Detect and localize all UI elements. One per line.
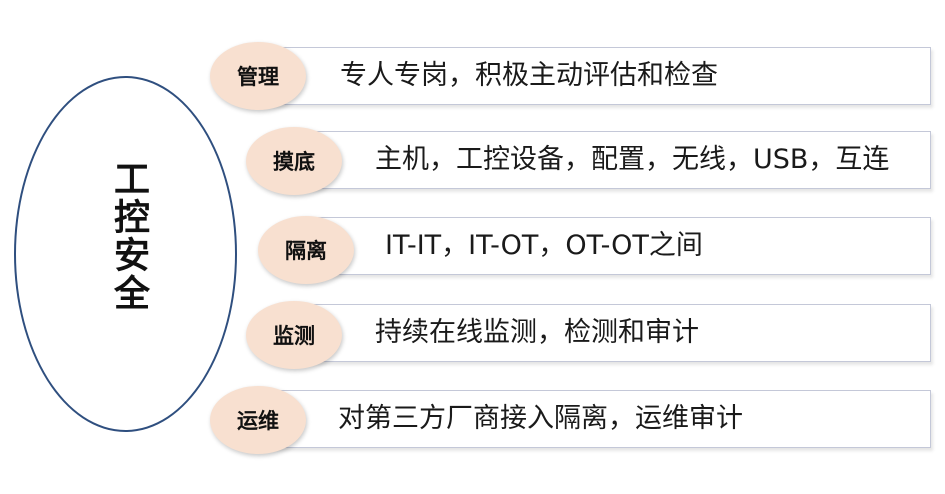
tag-pill-operations: 运维 [210, 386, 306, 454]
row-text-monitoring: 持续在线监测，检测和审计 [375, 317, 699, 348]
center-title: 工控安全 [108, 160, 149, 312]
row-text-survey: 主机，工控设备，配置，无线，USB，互连 [375, 144, 890, 175]
tag-pill-monitoring: 监测 [246, 301, 342, 369]
row-text-isolation: IT-IT，IT-OT，OT-OT之间 [385, 230, 703, 261]
row-text-operations: 对第三方厂商接入隔离，运维审计 [338, 403, 743, 434]
row-text-management: 专人专岗，积极主动评估和检查 [340, 60, 718, 91]
tag-pill-isolation: 隔离 [258, 216, 354, 284]
tag-pill-management: 管理 [210, 42, 306, 110]
tag-pill-survey: 摸底 [246, 127, 342, 195]
